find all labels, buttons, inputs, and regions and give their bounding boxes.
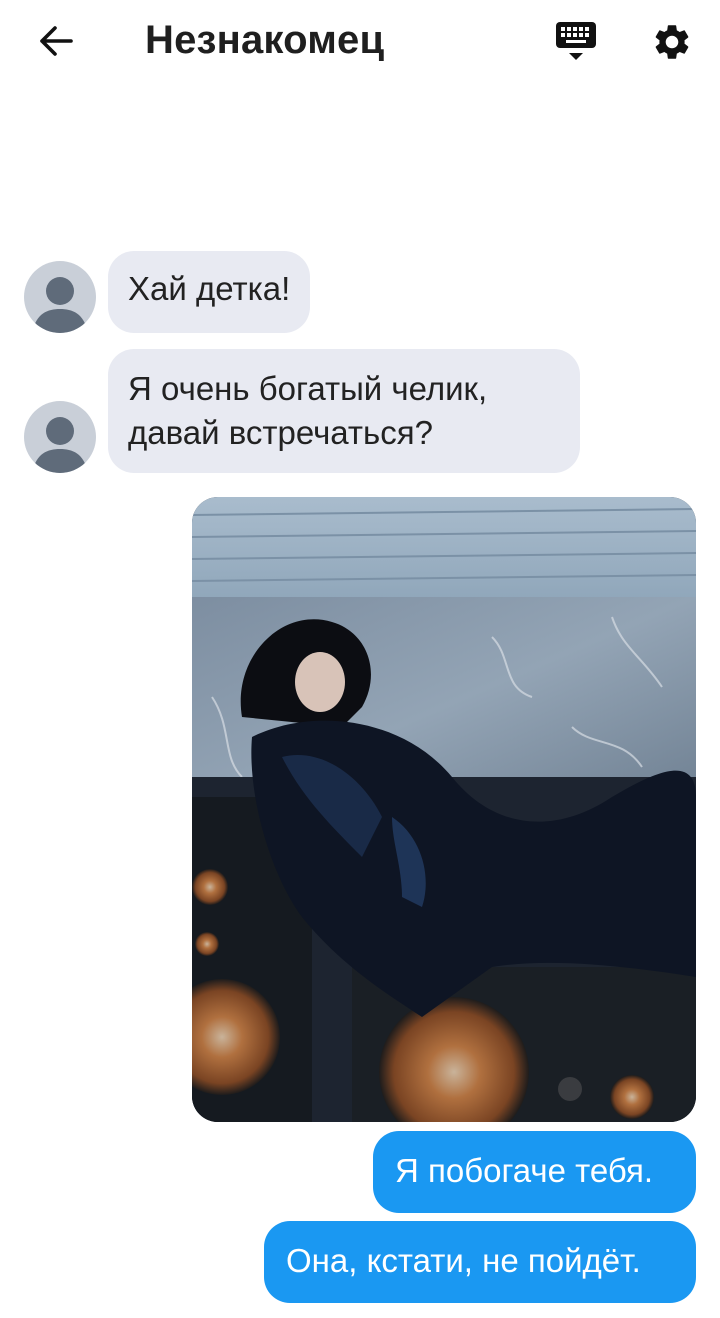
message-text: Она, кстати, не пойдёт. [286, 1242, 641, 1279]
avatar[interactable] [24, 401, 96, 473]
person-on-speakers-photo [192, 497, 696, 1122]
incoming-message[interactable]: Хай детка! [108, 251, 311, 333]
message-text: Я очень богатый челик, давай встречаться… [128, 370, 488, 451]
message-text: Я побогаче тебя. [395, 1152, 654, 1189]
user-placeholder-icon [32, 277, 88, 333]
outgoing-message[interactable]: Она, кстати, не пойдёт. [264, 1221, 696, 1303]
keyboard-button[interactable] [552, 20, 600, 66]
avatar[interactable] [24, 261, 96, 333]
gear-icon [655, 25, 689, 59]
page-title: Незнакомец [145, 18, 385, 62]
back-button[interactable] [30, 18, 82, 64]
settings-button[interactable] [648, 18, 696, 66]
keyboard-icon [556, 22, 596, 60]
user-placeholder-icon [32, 417, 88, 473]
outgoing-message[interactable]: Я побогаче тебя. [373, 1131, 696, 1213]
top-bar: Незнакомец [0, 0, 720, 84]
message-text: Хай детка! [128, 270, 291, 307]
incoming-message[interactable]: Я очень богатый челик, давай встречаться… [108, 349, 580, 473]
photo-message[interactable] [192, 497, 696, 1122]
arrow-left-icon [40, 26, 73, 56]
